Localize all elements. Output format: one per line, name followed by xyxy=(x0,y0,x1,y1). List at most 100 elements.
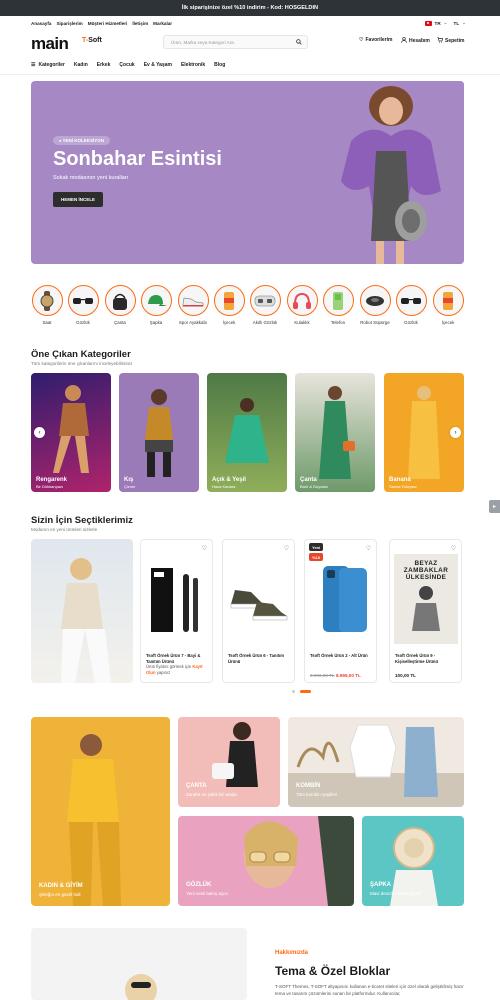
hero-cta-button[interactable]: HEMEN İNCELE xyxy=(53,192,104,207)
circle-category-drink-2[interactable]: İçecek xyxy=(432,285,464,325)
glasses-icon xyxy=(67,285,99,316)
hero-banner[interactable]: ● YENİ KOLEKSİYON Sonbahar Esintisi Soka… xyxy=(31,81,464,264)
product-image: BEYAZ ZAMBAKLAR ÜLKESİNDE xyxy=(394,554,458,644)
top-link-orders[interactable]: Siparişlerim xyxy=(56,21,82,26)
currency-chevron-icon: ⌄ xyxy=(462,20,466,25)
main-nav: ☰ Kategoriler Kadın Erkek Çocuk Ev & Yaşa… xyxy=(0,58,500,71)
circle-category-watch[interactable]: Saat xyxy=(31,285,63,325)
product-name: Tsoft Örnek Ürün 6 - Tanıtım Ürünü xyxy=(228,653,284,664)
can-icon xyxy=(432,285,464,316)
grid-card-women[interactable]: KADIN & GİYİM Şıklığın en güzel hali xyxy=(31,717,170,906)
favorites-button[interactable]: ♡ Favorilerim xyxy=(359,37,392,43)
product-card-9[interactable]: ♡ BEYAZ ZAMBAKLAR ÜLKESİNDE Tsoft Örnek … xyxy=(389,539,462,683)
cart-button[interactable]: Sepetim xyxy=(437,37,464,45)
circle-category-label: İçecek xyxy=(441,320,455,325)
headphones-icon xyxy=(286,285,318,316)
header-divider xyxy=(0,74,500,75)
product-image xyxy=(323,566,367,632)
turkey-flag-icon xyxy=(424,20,432,26)
featured-title: Öne Çıkan Kategoriler xyxy=(31,349,131,360)
nav-electronics[interactable]: Elektronik xyxy=(181,62,205,68)
grid-card-hat[interactable]: ŞAPKA Mavi denizler kadar güzel xyxy=(362,816,464,906)
featured-card-model xyxy=(319,386,355,479)
language-selector[interactable]: TR xyxy=(435,21,441,26)
featured-card-bag[interactable]: Çanta Barit & Duyulan xyxy=(295,373,375,492)
circle-category-smart-glasses[interactable]: Akıllı Gözlük xyxy=(249,285,281,325)
picks-banner-image[interactable] xyxy=(31,539,133,683)
menu-icon: ☰ xyxy=(31,61,36,68)
about-image xyxy=(31,928,247,1000)
carousel-dot[interactable] xyxy=(292,690,295,693)
featured-card-title: Çanta xyxy=(300,477,317,483)
nav-blog[interactable]: Blog xyxy=(214,62,225,68)
favorite-heart-icon[interactable]: ♡ xyxy=(451,545,456,552)
cart-label: Sepetim xyxy=(445,38,465,44)
favorite-heart-icon[interactable]: ♡ xyxy=(284,545,289,552)
nav-men[interactable]: Erkek xyxy=(97,62,111,68)
featured-prev-arrow[interactable]: ‹ xyxy=(34,427,45,438)
top-link-support[interactable]: Müşteri Hizmetleri xyxy=(88,21,128,26)
product-card-6[interactable]: ♡ Tsoft Örnek Ürün 6 - Tanıtım Ürünü xyxy=(222,539,295,683)
product-card-7[interactable]: ♡ Tsoft Örnek Ürün 7 - Bayi & Tanıtım Ür… xyxy=(140,539,213,683)
circle-category-label: Saat xyxy=(42,320,52,325)
circle-category-label: Telefon xyxy=(330,320,346,325)
account-button[interactable]: Hesabım xyxy=(401,37,430,45)
circle-category-bag[interactable]: Çanta xyxy=(104,285,136,325)
circle-category-drink[interactable]: İçecek xyxy=(213,285,245,325)
search-input[interactable]: Ürün, Marka veya Kategori Ara xyxy=(163,35,308,49)
top-link-home[interactable]: Anasayfa xyxy=(31,21,51,26)
featured-card-title: Kış xyxy=(124,477,134,483)
bag-icon xyxy=(104,285,136,316)
top-link-contact[interactable]: İletişim xyxy=(132,21,148,26)
featured-card-green[interactable]: Açık & Yeşil Hava Kadara xyxy=(207,373,287,492)
featured-card-winter[interactable]: Kış Çizme xyxy=(119,373,199,492)
grid-card-subtitle: Yeni nesil bakış açısı xyxy=(186,891,228,896)
top-link-brands[interactable]: Markalar xyxy=(153,21,172,26)
grid-card-title: GÖZLÜK xyxy=(186,882,212,888)
tsoft-logo[interactable]: T-Soft xyxy=(82,37,102,44)
nav-women[interactable]: Kadın xyxy=(74,62,88,68)
circle-category-label: Gözlük xyxy=(404,320,418,325)
grid-card-combo[interactable]: KOMBİN Tüm kombin çeşitleri xyxy=(288,717,464,807)
featured-next-arrow[interactable]: › xyxy=(450,427,461,438)
featured-card-model xyxy=(145,389,173,477)
grid-card-subtitle: Mavi denizler kadar güzel xyxy=(370,891,422,896)
announcement-bar: İlk siparişinize özel %10 indirim - Kod:… xyxy=(0,0,500,16)
circle-category-phone[interactable]: Telefon xyxy=(322,285,354,325)
favorite-heart-icon[interactable]: ♡ xyxy=(202,545,207,552)
circle-category-hat[interactable]: Şapka xyxy=(140,285,172,325)
product-card-2[interactable]: Yeni %10 ♡ Tsoft Örnek Ürün 2 - Alt Ürün… xyxy=(304,539,377,683)
favorite-heart-icon[interactable]: ♡ xyxy=(366,545,371,552)
new-tag: Yeni xyxy=(309,543,324,551)
circle-category-headphones[interactable]: Kulaklık xyxy=(286,285,318,325)
language-chevron-icon: ⌄ xyxy=(443,20,448,25)
nav-home-living[interactable]: Ev & Yaşam xyxy=(144,62,172,68)
circle-category-glasses-2[interactable]: Gözlük xyxy=(395,285,427,325)
hero-title: Sonbahar Esintisi xyxy=(53,148,222,170)
about-model-illustration xyxy=(125,974,157,1000)
nav-kids[interactable]: Çocuk xyxy=(119,62,134,68)
about-kicker: Hakkımızda xyxy=(275,950,309,956)
search-placeholder: Ürün, Marka veya Kategori Ara xyxy=(171,39,234,45)
circle-category-sneakers[interactable]: Spor Ayakkabı xyxy=(177,285,209,325)
hero-badge-text: YENİ KOLEKSİYON xyxy=(62,138,105,143)
grid-card-bag[interactable]: ÇANTA Zarafet ve şıklık bir arada xyxy=(178,717,280,807)
grid-card-glasses[interactable]: GÖZLÜK Yeni nesil bakış açısı xyxy=(178,816,354,906)
carousel-dot-active[interactable] xyxy=(300,690,311,693)
nav-categories[interactable]: ☰ Kategoriler xyxy=(31,62,65,68)
product-price: 100,00 TL xyxy=(395,673,416,678)
search-icon[interactable] xyxy=(296,39,302,47)
product-name-text: Tsoft Örnek Ürün 7 - Bayi & Tanıtım Ürün… xyxy=(146,653,201,664)
featured-subtitle: Tüm kategorilerin öne çıkanlarını incele… xyxy=(31,361,133,366)
circle-category-robot-vacuum[interactable]: Robot Süpürge xyxy=(359,285,391,325)
currency-selector[interactable]: TL xyxy=(454,21,460,26)
side-scroll-button[interactable]: ▸ xyxy=(489,500,500,513)
product-image xyxy=(151,568,198,632)
picks-title: Sizin İçin Seçtiklerimiz xyxy=(31,515,133,526)
picks-model-illustration xyxy=(61,558,111,683)
grid-card-subtitle: Zarafet ve şıklık bir arada xyxy=(186,792,237,797)
featured-card-title: Rengarenk xyxy=(36,477,68,483)
grid-card-title: KOMBİN xyxy=(296,783,321,789)
main-logo[interactable]: main xyxy=(31,34,69,54)
circle-category-glasses[interactable]: Gözlük xyxy=(67,285,99,325)
